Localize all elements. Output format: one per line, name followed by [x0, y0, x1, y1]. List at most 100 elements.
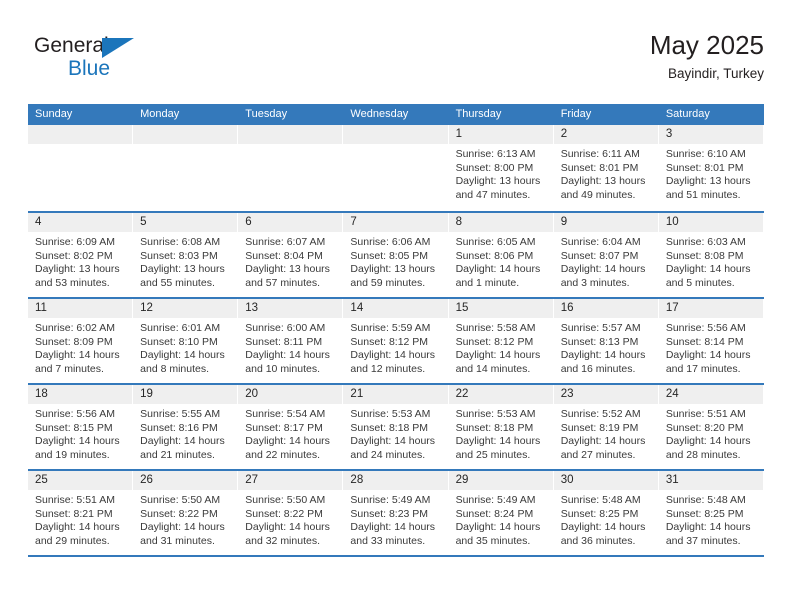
day-number	[343, 125, 448, 144]
sunset-text: Sunset: 8:22 PM	[140, 507, 218, 520]
daylight-text: Daylight: 13 hours and 55 minutes.	[140, 263, 225, 289]
daylight-text: Daylight: 13 hours and 53 minutes.	[35, 263, 120, 289]
day-number: 30	[553, 471, 658, 490]
calendar-day-cell[interactable]: 10 Sunrise: 6:03 AM Sunset: 8:08 PM Dayligh…	[658, 213, 764, 297]
calendar-day-cell[interactable]: 22 Sunrise: 5:53 AM Sunset: 8:18 PM Dayligh…	[448, 385, 554, 469]
calendar-day-cell[interactable]: 9 Sunrise: 6:04 AM Sunset: 8:07 PM Daylight…	[553, 213, 659, 297]
daylight-text: Daylight: 14 hours and 37 minutes.	[665, 521, 751, 547]
daylight-text: Daylight: 14 hours and 19 minutes.	[35, 435, 120, 461]
day-number: 22	[448, 385, 553, 404]
calendar-day-cell[interactable]: 31 Sunrise: 5:48 AM Sunset: 8:25 PM Dayligh…	[658, 471, 764, 555]
sunset-text: Sunset: 8:04 PM	[245, 249, 323, 262]
sunrise-text: Sunrise: 5:49 AM	[455, 494, 536, 506]
calendar-day-cell[interactable]: 3 Sunrise: 6:10 AM Sunset: 8:01 PM Daylight…	[658, 125, 764, 211]
day-sun-info: Sunrise: 5:50 AM Sunset: 8:22 PM Daylight:…	[133, 490, 237, 548]
sunset-text: Sunset: 8:09 PM	[35, 335, 113, 348]
weekday-saturday: Saturday	[665, 108, 710, 120]
sunset-text: Sunset: 8:03 PM	[140, 249, 218, 262]
daylight-text: Daylight: 14 hours and 7 minutes.	[35, 349, 120, 375]
calendar-day-cell[interactable]: 1 Sunrise: 6:13 AM Sunset: 8:00 PM Daylight…	[448, 125, 554, 211]
daylight-text: Daylight: 14 hours and 8 minutes.	[140, 349, 225, 375]
calendar-day-cell[interactable]: 6 Sunrise: 6:07 AM Sunset: 8:04 PM Daylight…	[238, 213, 344, 297]
calendar-day-cell[interactable]: 24 Sunrise: 5:51 AM Sunset: 8:20 PM Dayligh…	[658, 385, 764, 469]
sunrise-text: Sunrise: 6:07 AM	[245, 236, 326, 248]
calendar-day-cell[interactable]: 16 Sunrise: 5:57 AM Sunset: 8:13 PM Dayligh…	[553, 299, 659, 383]
calendar-day-cell[interactable]: 18 Sunrise: 5:56 AM Sunset: 8:15 PM Dayligh…	[28, 385, 134, 469]
calendar-day-cell[interactable]: 28 Sunrise: 5:49 AM Sunset: 8:23 PM Dayligh…	[343, 471, 449, 555]
day-number: 17	[658, 299, 763, 318]
calendar-day-cell[interactable]: 19 Sunrise: 5:55 AM Sunset: 8:16 PM Dayligh…	[133, 385, 239, 469]
calendar-day-cell[interactable]: 4 Sunrise: 6:09 AM Sunset: 8:02 PM Daylight…	[28, 213, 134, 297]
general-blue-logo: General Blue	[34, 34, 154, 86]
calendar-day-cell[interactable]: 27 Sunrise: 5:50 AM Sunset: 8:22 PM Dayligh…	[238, 471, 344, 555]
daylight-text: Daylight: 14 hours and 3 minutes.	[560, 263, 646, 289]
day-number: 11	[28, 299, 133, 318]
calendar-day-cell[interactable]: 7 Sunrise: 6:06 AM Sunset: 8:05 PM Daylight…	[343, 213, 449, 297]
day-sun-info: Sunrise: 6:08 AM Sunset: 8:03 PM Daylight:…	[133, 232, 237, 290]
calendar-day-cell[interactable]: 20 Sunrise: 5:54 AM Sunset: 8:17 PM Dayligh…	[238, 385, 344, 469]
sunset-text: Sunset: 8:01 PM	[560, 161, 639, 174]
weekday-sunday: Sunday	[35, 108, 73, 120]
title-block: May 2025 Bayindir, Turkey	[650, 28, 764, 84]
calendar-day-cell[interactable]: 12 Sunrise: 6:01 AM Sunset: 8:10 PM Dayligh…	[133, 299, 239, 383]
calendar-day-empty	[28, 125, 134, 211]
sunset-text: Sunset: 8:12 PM	[455, 335, 534, 348]
daylight-text: Daylight: 14 hours and 28 minutes.	[665, 435, 751, 461]
calendar-day-cell[interactable]: 23 Sunrise: 5:52 AM Sunset: 8:19 PM Dayligh…	[553, 385, 659, 469]
day-number: 2	[553, 125, 658, 144]
calendar-day-cell[interactable]: 2 Sunrise: 6:11 AM Sunset: 8:01 PM Daylight…	[553, 125, 659, 211]
logo-text-general: General	[34, 34, 109, 57]
sunrise-text: Sunrise: 5:48 AM	[560, 494, 641, 506]
daylight-text: Daylight: 13 hours and 57 minutes.	[245, 263, 330, 289]
calendar-day-cell[interactable]: 5 Sunrise: 6:08 AM Sunset: 8:03 PM Daylight…	[133, 213, 239, 297]
day-sun-info: Sunrise: 6:02 AM Sunset: 8:09 PM Daylight:…	[28, 318, 132, 376]
sunset-text: Sunset: 8:17 PM	[245, 421, 323, 434]
day-number: 8	[448, 213, 553, 232]
day-sun-info: Sunrise: 5:51 AM Sunset: 8:21 PM Daylight:…	[28, 490, 132, 548]
calendar-day-cell[interactable]: 26 Sunrise: 5:50 AM Sunset: 8:22 PM Dayligh…	[133, 471, 239, 555]
day-number: 9	[553, 213, 658, 232]
day-sun-info: Sunrise: 5:57 AM Sunset: 8:13 PM Daylight:…	[554, 318, 658, 376]
calendar-week-row: 11 Sunrise: 6:02 AM Sunset: 8:09 PM Dayligh…	[28, 297, 764, 383]
sunrise-text: Sunrise: 5:53 AM	[350, 408, 431, 420]
sunset-text: Sunset: 8:15 PM	[35, 421, 113, 434]
calendar-grid: Sunday Monday Tuesday Wednesday Thursday…	[28, 104, 764, 557]
daylight-text: Daylight: 14 hours and 1 minute.	[455, 263, 541, 289]
calendar-day-cell[interactable]: 15 Sunrise: 5:58 AM Sunset: 8:12 PM Dayligh…	[448, 299, 554, 383]
sunrise-text: Sunrise: 5:48 AM	[665, 494, 746, 506]
day-number	[133, 125, 238, 144]
day-sun-info: Sunrise: 5:53 AM Sunset: 8:18 PM Daylight:…	[343, 404, 447, 462]
page-title: May 2025	[649, 30, 764, 60]
triangle-icon	[102, 38, 134, 58]
day-number	[238, 125, 343, 144]
daylight-text: Daylight: 14 hours and 32 minutes.	[245, 521, 330, 547]
sunrise-text: Sunrise: 5:56 AM	[665, 322, 746, 334]
day-number: 14	[343, 299, 448, 318]
calendar-day-cell[interactable]: 17 Sunrise: 5:56 AM Sunset: 8:14 PM Dayligh…	[658, 299, 764, 383]
calendar-day-cell[interactable]: 29 Sunrise: 5:49 AM Sunset: 8:24 PM Dayligh…	[448, 471, 554, 555]
day-sun-info: Sunrise: 5:48 AM Sunset: 8:25 PM Daylight:…	[659, 490, 763, 548]
sunrise-text: Sunrise: 6:13 AM	[455, 148, 536, 160]
sunset-text: Sunset: 8:24 PM	[455, 507, 534, 520]
calendar-day-cell[interactable]: 8 Sunrise: 6:05 AM Sunset: 8:06 PM Daylight…	[448, 213, 554, 297]
sunrise-text: Sunrise: 6:01 AM	[140, 322, 221, 334]
day-number: 1	[448, 125, 553, 144]
sunrise-text: Sunrise: 5:51 AM	[665, 408, 746, 420]
day-sun-info: Sunrise: 5:59 AM Sunset: 8:12 PM Daylight:…	[343, 318, 447, 376]
sunrise-text: Sunrise: 5:50 AM	[140, 494, 221, 506]
daylight-text: Daylight: 14 hours and 27 minutes.	[560, 435, 646, 461]
calendar-day-cell[interactable]: 30 Sunrise: 5:48 AM Sunset: 8:25 PM Dayligh…	[553, 471, 659, 555]
sunrise-text: Sunrise: 5:53 AM	[455, 408, 536, 420]
sunset-text: Sunset: 8:02 PM	[35, 249, 113, 262]
sunset-text: Sunset: 8:06 PM	[455, 249, 534, 262]
day-number: 24	[658, 385, 763, 404]
day-sun-info: Sunrise: 5:49 AM Sunset: 8:23 PM Daylight:…	[343, 490, 447, 548]
calendar-day-cell[interactable]: 11 Sunrise: 6:02 AM Sunset: 8:09 PM Dayligh…	[28, 299, 134, 383]
sunrise-text: Sunrise: 6:06 AM	[350, 236, 431, 248]
calendar-day-cell[interactable]: 25 Sunrise: 5:51 AM Sunset: 8:21 PM Dayligh…	[28, 471, 134, 555]
daylight-text: Daylight: 14 hours and 22 minutes.	[245, 435, 330, 461]
calendar-day-cell[interactable]: 13 Sunrise: 6:00 AM Sunset: 8:11 PM Dayligh…	[238, 299, 344, 383]
calendar-day-cell[interactable]: 21 Sunrise: 5:53 AM Sunset: 8:18 PM Dayligh…	[343, 385, 449, 469]
calendar-day-cell[interactable]: 14 Sunrise: 5:59 AM Sunset: 8:12 PM Dayligh…	[343, 299, 449, 383]
sunset-text: Sunset: 8:23 PM	[350, 507, 429, 520]
